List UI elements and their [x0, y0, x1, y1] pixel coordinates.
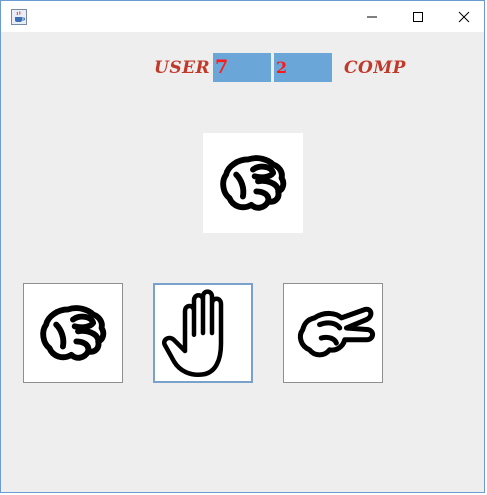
user-score-label: USER: [154, 58, 211, 78]
maximize-icon: [413, 11, 423, 22]
close-button[interactable]: [441, 1, 487, 32]
maximize-button[interactable]: [395, 1, 441, 32]
user-score-field: 7: [213, 53, 271, 82]
java-coffee-icon: [11, 9, 27, 25]
paper-open-hand-icon: [162, 289, 224, 377]
game-window: USER 7 2 COMP: [0, 0, 485, 493]
computer-choice-display: [203, 133, 303, 233]
minimize-button[interactable]: [349, 1, 395, 32]
rock-fist-icon: [40, 305, 107, 361]
computer-score-field: 2: [274, 53, 332, 82]
paper-button[interactable]: [153, 283, 253, 383]
rock-fist-icon: [220, 155, 287, 211]
minimize-icon: [367, 16, 377, 17]
close-icon: [458, 11, 470, 22]
scissors-hand-icon: [297, 306, 375, 358]
rock-button[interactable]: [23, 283, 123, 383]
computer-score-label: COMP: [344, 58, 406, 78]
title-bar: [1, 1, 484, 32]
scissors-button[interactable]: [283, 283, 383, 383]
